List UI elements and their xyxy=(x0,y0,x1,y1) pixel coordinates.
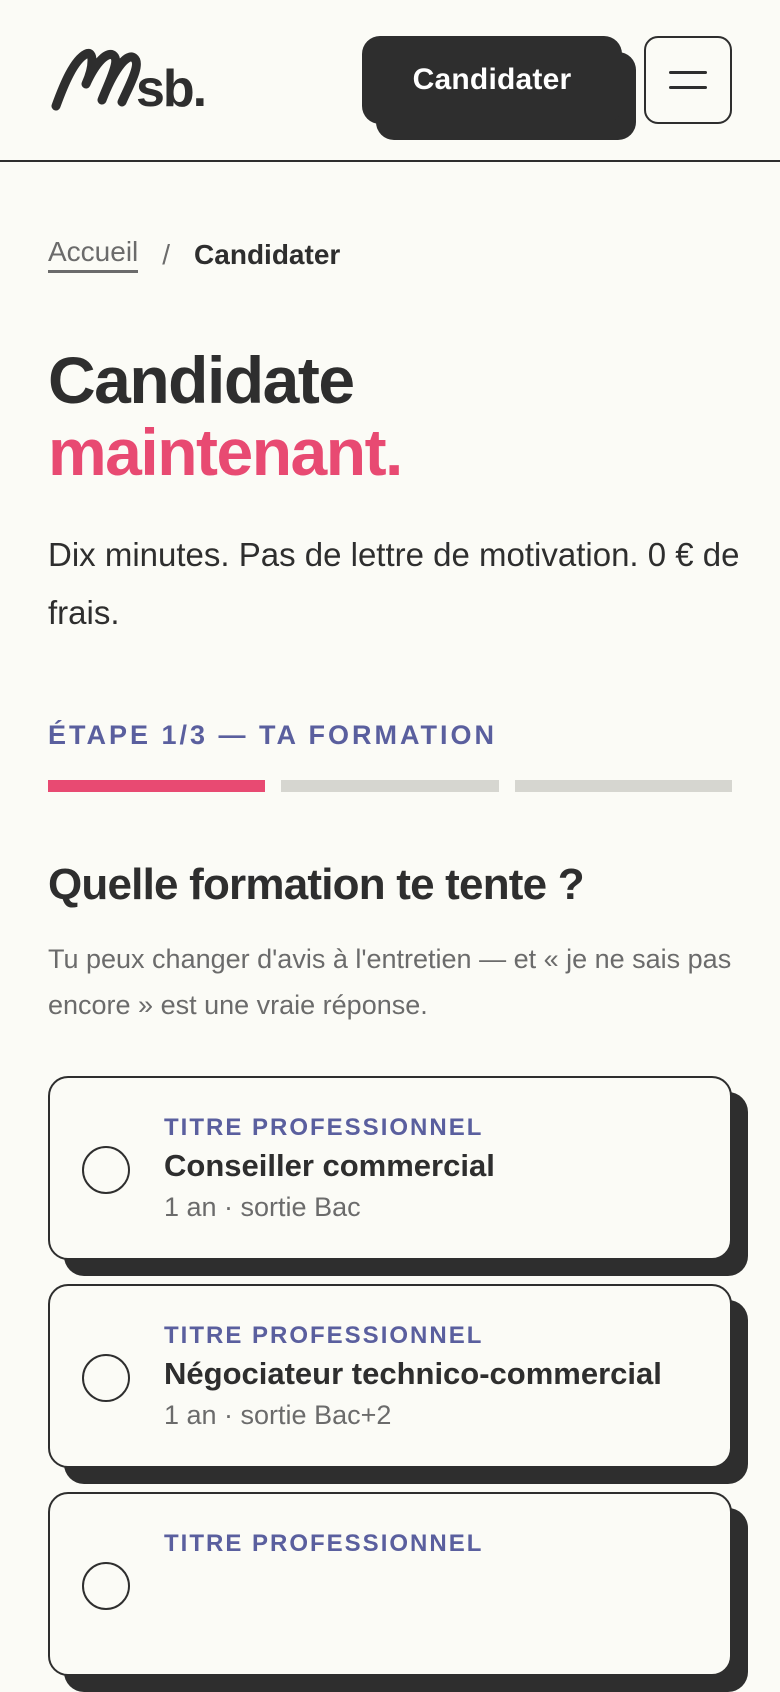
option-kicker: TITRE PROFESSIONNEL xyxy=(164,1530,484,1557)
page-title: Candidate maintenant. xyxy=(48,343,403,489)
breadcrumb: Accueil / Candidater xyxy=(48,236,340,273)
page-title-line1: Candidate xyxy=(48,343,355,417)
formation-option[interactable]: TITRE PROFESSIONNEL Conseiller commercia… xyxy=(48,1076,748,1276)
apply-button[interactable]: Candidater xyxy=(362,36,622,124)
option-kicker: TITRE PROFESSIONNEL xyxy=(164,1322,484,1349)
apply-cta[interactable]: Candidater xyxy=(362,36,636,140)
step-progress xyxy=(48,780,732,792)
radio-button[interactable] xyxy=(82,1562,130,1610)
msb-logo[interactable]: sb. xyxy=(50,44,225,116)
option-name: Conseiller commercial xyxy=(164,1148,495,1183)
breadcrumb-current: Candidater xyxy=(194,238,341,270)
formation-option[interactable]: TITRE PROFESSIONNEL xyxy=(48,1492,748,1692)
page-title-line2: maintenant. xyxy=(48,415,403,489)
menu-button[interactable] xyxy=(644,36,732,124)
option-meta: 1 an · sortie Bac xyxy=(164,1192,361,1222)
breadcrumb-home-link[interactable]: Accueil xyxy=(48,236,139,273)
progress-segment-2 xyxy=(281,780,499,792)
site-header: sb. Candidater xyxy=(0,0,780,162)
question-title: Quelle formation te tente ? xyxy=(48,860,585,909)
progress-segment-1 xyxy=(48,780,266,792)
svg-text:sb.: sb. xyxy=(136,60,205,116)
breadcrumb-separator: / xyxy=(162,238,171,270)
option-card[interactable]: TITRE PROFESSIONNEL Conseiller commercia… xyxy=(48,1076,732,1260)
option-card[interactable]: TITRE PROFESSIONNEL Négociateur technico… xyxy=(48,1284,732,1468)
progress-segment-3 xyxy=(514,780,732,792)
option-kicker: TITRE PROFESSIONNEL xyxy=(164,1114,484,1141)
option-card[interactable]: TITRE PROFESSIONNEL xyxy=(48,1492,732,1676)
page-subtitle: Dix minutes. Pas de lettre de motivation… xyxy=(48,536,740,631)
question-help: Tu peux changer d'avis à l'entretien — e… xyxy=(48,944,732,1020)
radio-button[interactable] xyxy=(82,1354,130,1402)
formation-option[interactable]: TITRE PROFESSIONNEL Négociateur technico… xyxy=(48,1284,748,1484)
option-meta: 1 an · sortie Bac+2 xyxy=(164,1400,392,1430)
radio-button[interactable] xyxy=(82,1146,130,1194)
step-label: ÉTAPE 1/3 — TA FORMATION xyxy=(48,720,498,750)
hamburger-menu-icon-bar xyxy=(669,86,707,89)
hamburger-menu-icon xyxy=(669,71,707,74)
option-name: Négociateur technico-commercial xyxy=(164,1356,662,1391)
